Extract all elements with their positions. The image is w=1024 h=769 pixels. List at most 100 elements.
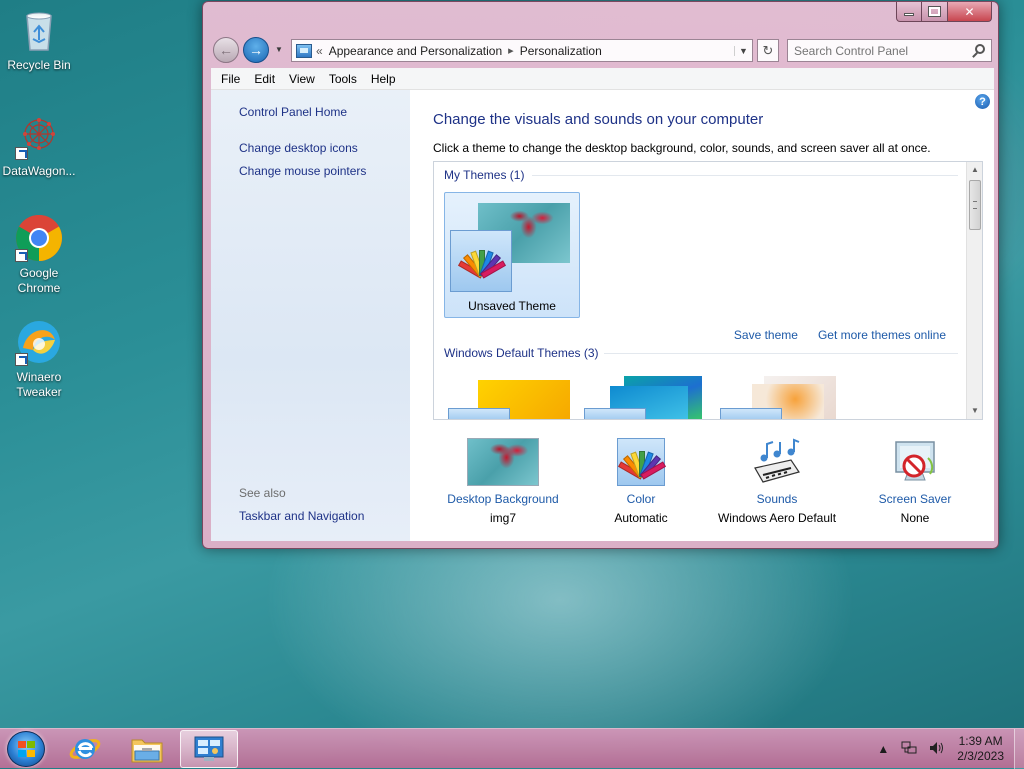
color-palette-icon bbox=[584, 408, 646, 419]
control-panel-home-link[interactable]: Control Panel Home bbox=[239, 105, 347, 119]
theme-links: Save theme Get more themes online bbox=[734, 328, 946, 342]
refresh-icon: ↻ bbox=[762, 42, 774, 58]
breadcrumb-personalization[interactable]: Personalization bbox=[520, 44, 602, 58]
change-mouse-pointers-link[interactable]: Change mouse pointers bbox=[239, 164, 366, 178]
show-desktop-button[interactable] bbox=[1014, 729, 1024, 769]
scroll-down-icon[interactable]: ▼ bbox=[967, 403, 982, 419]
search-box[interactable] bbox=[787, 39, 992, 62]
screen-saver-link[interactable]: Screen Saver bbox=[840, 492, 990, 506]
themes-list: My Themes (1) Unsaved Theme Save theme G… bbox=[433, 161, 983, 420]
minimize-button[interactable] bbox=[896, 2, 922, 22]
menu-edit[interactable]: Edit bbox=[247, 72, 282, 86]
desktop-background-link[interactable]: Desktop Background bbox=[428, 492, 578, 506]
recent-pages-dropdown[interactable]: ▼ bbox=[275, 45, 283, 54]
back-button[interactable]: ← bbox=[213, 37, 239, 63]
default-themes-heading: Windows Default Themes (3) bbox=[444, 346, 599, 360]
start-button[interactable] bbox=[7, 731, 45, 767]
save-theme-link[interactable]: Save theme bbox=[734, 328, 798, 342]
volume-icon[interactable] bbox=[929, 741, 945, 758]
desktop-icon-datawagon[interactable]: DataWagon... bbox=[0, 112, 78, 179]
taskbar-navigation-link[interactable]: Taskbar and Navigation bbox=[239, 509, 364, 523]
desktop-icon-winaero-tweaker[interactable]: Winaero Tweaker bbox=[0, 318, 78, 400]
clock[interactable]: 1:39 AM 2/3/2023 bbox=[957, 734, 1004, 764]
page-title: Change the visuals and sounds on your co… bbox=[433, 111, 764, 128]
taskbar-file-explorer[interactable] bbox=[118, 730, 176, 768]
shortcut-arrow-icon bbox=[15, 147, 28, 160]
shortcut-arrow-icon bbox=[15, 249, 28, 262]
recycle-bin-icon bbox=[15, 6, 63, 54]
taskbar-internet-explorer[interactable] bbox=[56, 730, 114, 768]
address-dropdown-icon[interactable]: ▼ bbox=[734, 45, 752, 56]
taskbar-control-panel[interactable] bbox=[180, 730, 238, 768]
address-row: ← → ▼ « Appearance and Personalization ▸… bbox=[211, 36, 992, 64]
minimize-icon bbox=[904, 13, 914, 16]
personalization-window: ✕ ← → ▼ « Appearance and Personalization… bbox=[202, 1, 999, 549]
screen-saver-value: None bbox=[900, 511, 930, 525]
clock-time: 1:39 AM bbox=[958, 734, 1003, 748]
internet-explorer-icon bbox=[69, 739, 101, 759]
desktop-background-setting[interactable]: Desktop Background img7 bbox=[428, 438, 578, 525]
menu-tools[interactable]: Tools bbox=[322, 72, 364, 86]
desktop-icon-recycle-bin[interactable]: Recycle Bin bbox=[0, 6, 78, 73]
color-link[interactable]: Color bbox=[566, 492, 716, 506]
scroll-thumb[interactable] bbox=[969, 180, 981, 230]
page-description: Click a theme to change the desktop back… bbox=[433, 141, 931, 155]
menu-bar: File Edit View Tools Help bbox=[211, 68, 994, 90]
menu-help[interactable]: Help bbox=[364, 72, 403, 86]
search-icon[interactable] bbox=[975, 44, 985, 54]
refresh-button[interactable]: ↻ bbox=[757, 39, 779, 62]
sounds-link[interactable]: Sounds bbox=[702, 492, 852, 506]
get-more-themes-link[interactable]: Get more themes online bbox=[818, 328, 946, 342]
menu-file[interactable]: File bbox=[214, 72, 247, 86]
chrome-icon bbox=[15, 214, 63, 262]
close-button[interactable]: ✕ bbox=[948, 2, 992, 22]
left-pane: Control Panel Home Change desktop icons … bbox=[211, 90, 410, 541]
forward-arrow-icon: → bbox=[249, 42, 263, 58]
desktop-background-value: img7 bbox=[489, 511, 516, 525]
theme-unsaved[interactable]: Unsaved Theme bbox=[444, 192, 580, 318]
control-panel-icon bbox=[194, 736, 224, 761]
change-desktop-icons-link[interactable]: Change desktop icons bbox=[239, 141, 358, 155]
maximize-button[interactable] bbox=[922, 2, 948, 22]
window-controls: ✕ bbox=[896, 2, 992, 22]
color-palette-icon bbox=[617, 438, 667, 486]
sounds-setting[interactable]: Sounds Windows Aero Default bbox=[702, 438, 852, 525]
desktop-icon-label: DataWagon... bbox=[2, 164, 76, 178]
breadcrumb-separator-icon[interactable]: ▸ bbox=[508, 44, 514, 57]
system-tray: ▲ 1:39 AM 2/3/2023 bbox=[871, 729, 1024, 769]
winaero-tweaker-icon bbox=[15, 318, 63, 366]
show-hidden-icons-icon[interactable]: ▲ bbox=[877, 742, 889, 756]
taskbar: ▲ 1:39 AM 2/3/2023 bbox=[0, 728, 1024, 769]
my-themes-heading: My Themes (1) bbox=[444, 168, 525, 182]
help-icon[interactable]: ? bbox=[975, 94, 990, 109]
desktop-icon-label: Google Chrome bbox=[17, 266, 61, 295]
close-icon: ✕ bbox=[964, 4, 975, 19]
address-bar[interactable]: « Appearance and Personalization ▸ Perso… bbox=[291, 39, 753, 62]
menu-view[interactable]: View bbox=[282, 72, 322, 86]
control-panel-icon bbox=[296, 43, 312, 58]
network-icon[interactable] bbox=[901, 741, 917, 758]
sounds-value: Windows Aero Default bbox=[717, 511, 837, 525]
desktop-icon-google-chrome[interactable]: Google Chrome bbox=[0, 214, 78, 296]
screen-saver-icon bbox=[890, 438, 940, 486]
color-value: Automatic bbox=[614, 511, 668, 525]
breadcrumb-overflow[interactable]: « bbox=[316, 44, 323, 58]
windows-logo-icon bbox=[18, 741, 36, 758]
search-input[interactable] bbox=[788, 40, 964, 61]
desktop-background-icon bbox=[467, 438, 539, 486]
screen-saver-setting[interactable]: Screen Saver None bbox=[840, 438, 990, 525]
color-setting[interactable]: Color Automatic bbox=[566, 438, 716, 525]
group-divider bbox=[604, 353, 958, 354]
shortcut-arrow-icon bbox=[15, 353, 28, 366]
desktop-icon-label: Recycle Bin bbox=[7, 58, 71, 72]
desktop-icon-label: Winaero Tweaker bbox=[16, 370, 62, 399]
themes-scrollbar[interactable]: ▲ ▼ bbox=[966, 162, 982, 419]
forward-button[interactable]: → bbox=[243, 37, 269, 63]
sounds-icon bbox=[751, 438, 803, 486]
color-palette-icon bbox=[720, 408, 782, 419]
see-also-heading: See also bbox=[239, 486, 286, 500]
color-palette-icon bbox=[450, 230, 512, 292]
content-area: Control Panel Home Change desktop icons … bbox=[211, 90, 994, 541]
breadcrumb-appearance[interactable]: Appearance and Personalization bbox=[329, 44, 502, 58]
scroll-up-icon[interactable]: ▲ bbox=[967, 162, 982, 178]
